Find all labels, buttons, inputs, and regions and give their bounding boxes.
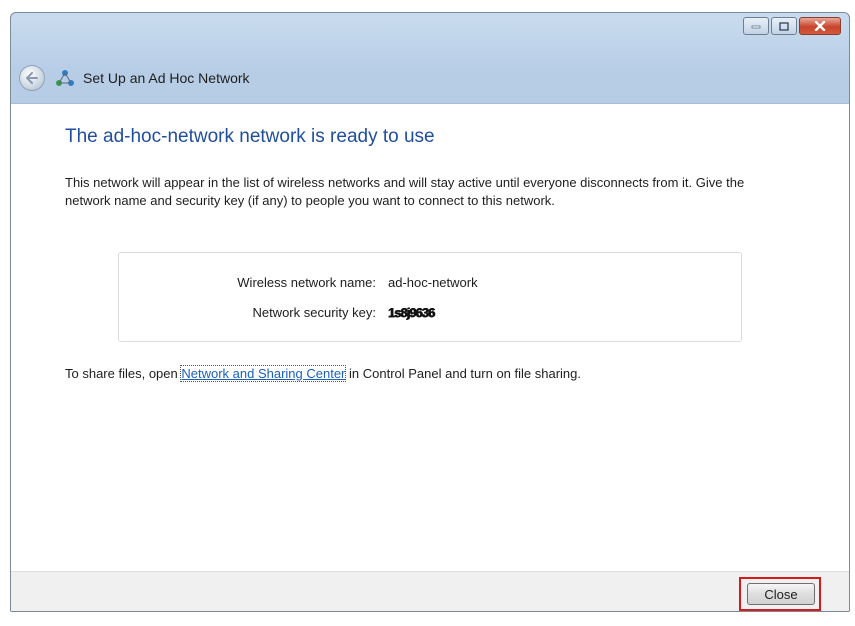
- back-button[interactable]: [19, 65, 45, 91]
- network-name-label: Wireless network name:: [237, 275, 376, 290]
- close-button[interactable]: Close: [747, 583, 815, 605]
- share-files-text: To share files, open Network and Sharing…: [65, 365, 581, 382]
- security-key-row: Network security key: 1s8j9636: [119, 305, 741, 325]
- wizard-title: Set Up an Ad Hoc Network: [83, 70, 250, 86]
- maximize-button[interactable]: [771, 17, 797, 35]
- caption-buttons: [743, 17, 841, 35]
- page-heading: The ad-hoc-network network is ready to u…: [65, 126, 435, 147]
- network-name-value: ad-hoc-network: [388, 275, 478, 290]
- share-suffix: in Control Panel and turn on file sharin…: [349, 366, 581, 381]
- minimize-button[interactable]: [743, 17, 769, 35]
- security-key-label: Network security key:: [252, 305, 376, 320]
- network-icon: [56, 70, 74, 86]
- network-info-box: Wireless network name: ad-hoc-network Ne…: [118, 252, 742, 342]
- navigation-bar: Set Up an Ad Hoc Network: [11, 53, 849, 103]
- window-close-button[interactable]: [799, 17, 841, 35]
- minimize-icon: [751, 25, 761, 29]
- wizard-window: Set Up an Ad Hoc Network The ad-hoc-netw…: [10, 12, 850, 612]
- network-name-row: Wireless network name: ad-hoc-network: [119, 275, 741, 295]
- network-sharing-center-link[interactable]: Network and Sharing Center: [180, 365, 347, 382]
- wizard-content: The ad-hoc-network network is ready to u…: [11, 103, 849, 571]
- back-arrow-icon: [26, 72, 38, 84]
- share-prefix: To share files, open: [65, 366, 178, 381]
- page-description: This network will appear in the list of …: [65, 175, 745, 208]
- maximize-icon: [779, 21, 789, 31]
- close-icon: [814, 21, 826, 31]
- wizard-footer: Close: [11, 571, 849, 611]
- security-key-value: 1s8j9636: [388, 305, 435, 320]
